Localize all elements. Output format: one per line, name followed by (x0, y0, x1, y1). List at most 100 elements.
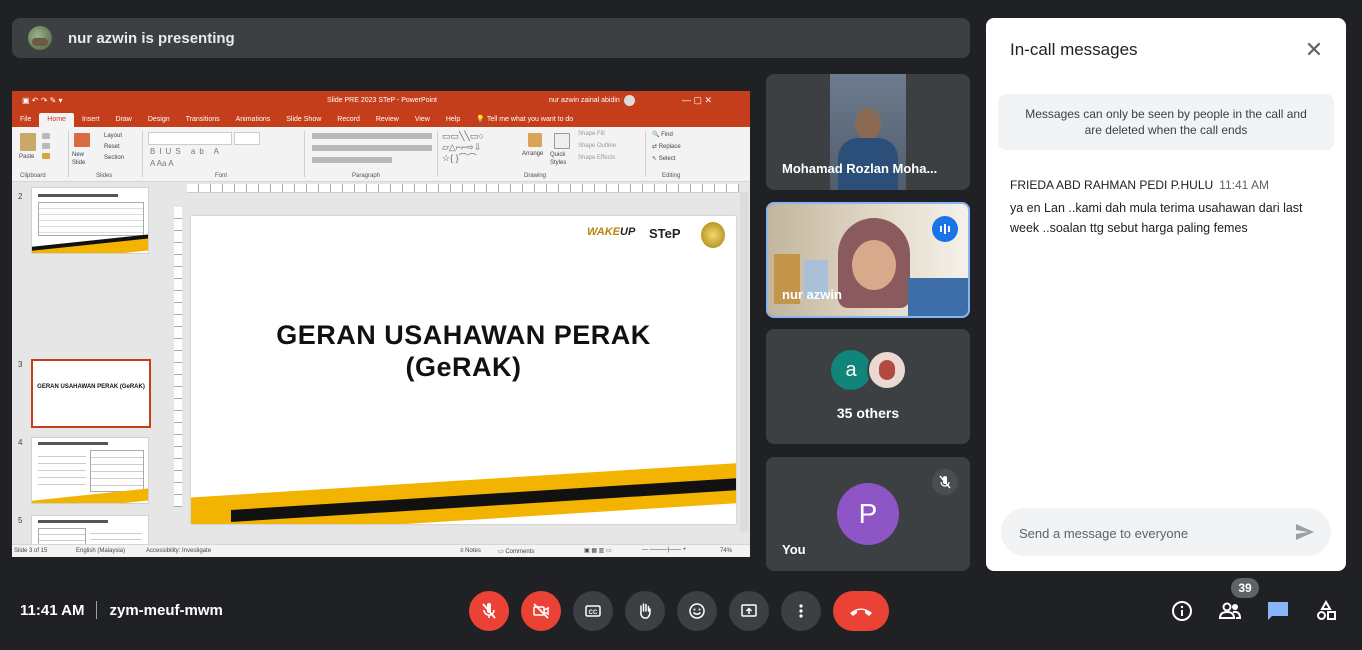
section-button[interactable]: Section (104, 155, 124, 161)
meeting-code: zym-meuf-mwm (109, 601, 223, 619)
slide-thumbnail-pane[interactable]: 2 3 GERAN USAHAWAN PERAK (GeRAK) 4 5 6 (12, 182, 162, 557)
ppt-tab-draw[interactable]: Draw (107, 113, 139, 127)
avatar-p: P (837, 483, 899, 545)
chat-panel: In-call messages ✕ Messages can only be … (986, 18, 1346, 571)
ribbon-divider (68, 131, 69, 177)
ppt-tab-design[interactable]: Design (140, 113, 178, 127)
find-label: Find (661, 132, 673, 138)
activities-button[interactable] (1313, 598, 1339, 624)
find-button[interactable]: 🔍 Find (652, 131, 673, 138)
current-slide[interactable]: WAKEUP STeP GERAN USAHAWAN PERAK (GeRAK) (191, 216, 736, 524)
text-direction-icons[interactable] (312, 157, 392, 163)
new-slide-icon[interactable] (74, 133, 90, 147)
captions-icon: CC (585, 605, 601, 617)
slide-thumbnail-2[interactable] (31, 187, 149, 254)
ppt-tab-help[interactable]: Help (438, 113, 468, 127)
ppt-tab-review[interactable]: Review (368, 113, 407, 127)
quick-styles-icon[interactable] (554, 133, 570, 149)
ppt-quick-access-icons: ▣ ↶ ↷ ✎ ▾ (22, 96, 63, 105)
font-color-icons[interactable]: A Aa A (150, 159, 174, 168)
participant-tile-nur-azwin[interactable]: nur azwin (766, 202, 970, 318)
meeting-info: 11:41 AM zym-meuf-mwm (20, 601, 223, 619)
avatar-a: a (831, 350, 871, 390)
slide-thumbnail-4[interactable] (31, 437, 149, 504)
close-chat-icon[interactable]: ✕ (1302, 38, 1326, 62)
list-format-icons[interactable] (312, 133, 432, 139)
zoom-slider[interactable]: — ———|—— + (642, 547, 686, 553)
horizontal-ruler (187, 184, 739, 193)
more-vert-icon (799, 604, 803, 618)
ribbon-divider (304, 131, 305, 177)
copy-icon[interactable] (42, 143, 50, 149)
current-time: 11:41 AM (20, 601, 85, 619)
arrange-icon[interactable] (528, 133, 542, 147)
vertical-ruler (174, 207, 182, 507)
ppt-title-bar: ▣ ↶ ↷ ✎ ▾ Slide PRE 2023 STeP - PowerPoi… (12, 91, 750, 111)
font-format-icons[interactable]: BIUS ab A (150, 147, 223, 156)
cut-icon[interactable] (42, 133, 50, 139)
chat-privacy-note: Messages can only be seen by people in t… (998, 94, 1334, 150)
replace-button[interactable]: ⇄ Replace (652, 143, 681, 150)
perak-crest-icon (701, 222, 725, 248)
select-button[interactable]: ↖ Select (652, 155, 675, 162)
chat-button[interactable] (1265, 598, 1291, 624)
ppt-tab-transitions[interactable]: Transitions (178, 113, 228, 127)
chat-message-input[interactable] (1017, 522, 1281, 544)
notes-label: Notes (465, 548, 481, 554)
format-painter-icon[interactable] (42, 153, 50, 159)
font-size-select[interactable] (234, 132, 260, 145)
message-sender: FRIEDA ABD RAHMAN PEDI P.HULU (1010, 178, 1214, 192)
shape-fill-button[interactable]: Shape Fill (578, 131, 605, 137)
chat-input-box[interactable] (1001, 508, 1331, 556)
raise-hand-button[interactable] (625, 591, 665, 631)
paste-icon[interactable] (20, 133, 36, 151)
more-options-button[interactable] (781, 591, 821, 631)
ppt-ribbon: Paste Clipboard New Slide Layout Reset S… (12, 127, 750, 182)
ppt-tab-home[interactable]: Home (39, 113, 74, 127)
ppt-tab-view[interactable]: View (407, 113, 438, 127)
ppt-tab-record[interactable]: Record (329, 113, 368, 127)
align-icons[interactable] (312, 145, 432, 151)
shared-screen[interactable]: ▣ ↶ ↷ ✎ ▾ Slide PRE 2023 STeP - PowerPoi… (12, 91, 750, 557)
wakeup-logo: WAKEUP (587, 226, 636, 238)
window-controls-icon[interactable]: — ▢ ✕ (682, 95, 712, 106)
captions-button[interactable]: CC (573, 591, 613, 631)
group-font: Font (215, 173, 228, 179)
ppt-tab-file[interactable]: File (12, 113, 39, 127)
reset-button[interactable]: Reset (104, 144, 120, 150)
slide-scrollbar[interactable] (740, 192, 748, 532)
layout-button[interactable]: Layout (104, 133, 122, 139)
slide-thumbnail-3[interactable]: GERAN USAHAWAN PERAK (GeRAK) (31, 359, 151, 428)
ppt-tab-animations[interactable]: Animations (228, 113, 279, 127)
camera-toggle-button[interactable] (521, 591, 561, 631)
participant-tile-you[interactable]: P You (766, 457, 970, 571)
ppt-tab-slideshow[interactable]: Slide Show (278, 113, 329, 127)
mic-toggle-button[interactable] (469, 591, 509, 631)
people-button[interactable] (1217, 598, 1243, 624)
meeting-details-button[interactable] (1169, 598, 1195, 624)
shape-outline-button[interactable]: Shape Outline (578, 143, 616, 149)
participant-tile-mohamad[interactable]: Mohamad Rozlan Moha... (766, 74, 970, 190)
message-header: FRIEDA ABD RAHMAN PEDI P.HULU 11:41 AM (1010, 178, 1269, 192)
view-buttons[interactable]: ▣ ▦ ▥ ▭ (584, 547, 612, 554)
leave-call-button[interactable] (833, 591, 889, 631)
camera-off-icon (533, 603, 549, 619)
status-comments-button[interactable]: ▭ Comments (498, 548, 534, 555)
shape-effects-button[interactable]: Shape Effects (578, 155, 615, 161)
send-icon[interactable] (1293, 520, 1317, 544)
emoji-icon (689, 603, 705, 619)
divider (96, 601, 98, 619)
emoji-button[interactable] (677, 591, 717, 631)
shapes-gallery[interactable]: ▭▭╲╲▭○ ▱△⌐⌐⇨⇩ ☆{ }⌒⌒ (442, 131, 484, 164)
ppt-tab-insert[interactable]: Insert (74, 113, 108, 127)
ppt-tell-me-text: Tell me what you want to do (486, 116, 574, 123)
zoom-level[interactable]: 74% (720, 548, 732, 554)
font-name-select[interactable] (148, 132, 232, 145)
status-notes-button[interactable]: ≡ Notes (460, 548, 481, 554)
hang-up-icon (850, 608, 872, 616)
status-accessibility[interactable]: Accessibility: Investigate (146, 548, 211, 554)
hand-icon (640, 603, 651, 619)
ppt-tell-me[interactable]: 💡 Tell me what you want to do (468, 113, 581, 127)
present-screen-button[interactable] (729, 591, 769, 631)
participant-tile-others[interactable]: a 35 others (766, 329, 970, 444)
